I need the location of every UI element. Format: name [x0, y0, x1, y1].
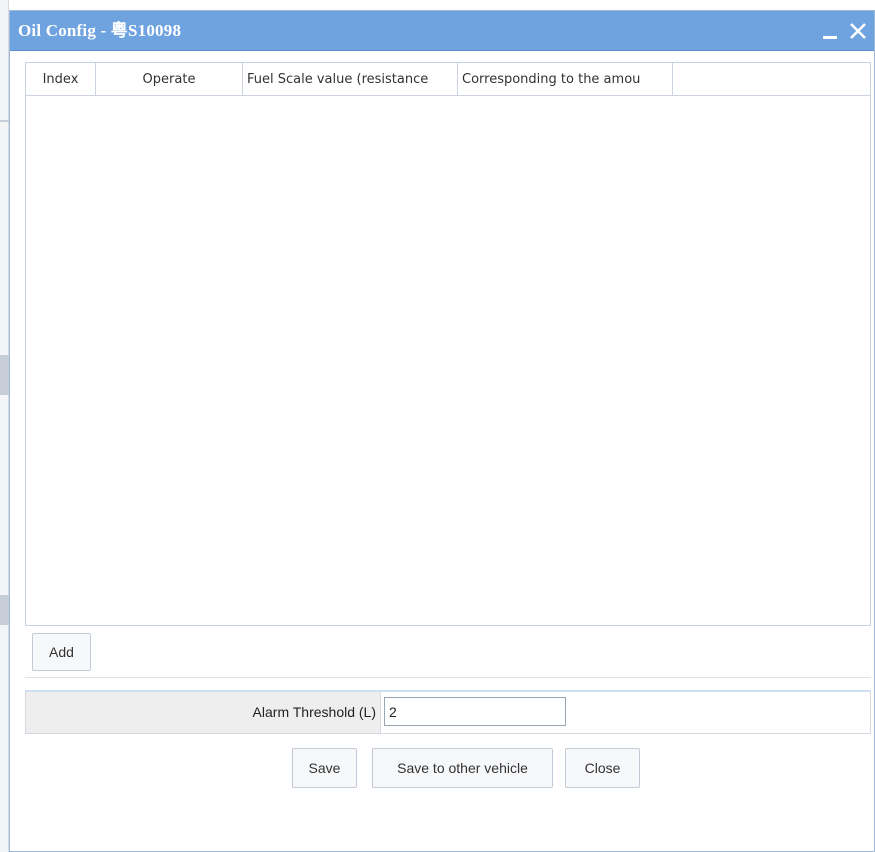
column-header-index[interactable]: Index: [26, 63, 96, 96]
background-window-edge: [0, 0, 9, 852]
minimize-button[interactable]: [818, 11, 842, 51]
add-button[interactable]: Add: [32, 633, 91, 671]
dialog-title: Oil Config - 粤S10098: [18, 21, 182, 40]
column-header-corresponding-amount[interactable]: Corresponding to the amou: [458, 63, 673, 96]
column-header-operate[interactable]: Operate: [96, 63, 243, 96]
save-button[interactable]: Save: [292, 748, 357, 788]
fuel-scale-grid: Index Operate Fuel Scale value (resistan…: [25, 62, 871, 626]
alarm-threshold-row: Alarm Threshold (L): [25, 690, 871, 734]
close-window-button[interactable]: [846, 11, 870, 51]
close-icon: [850, 23, 866, 39]
edge-mark: [0, 595, 9, 625]
alarm-threshold-input[interactable]: [384, 697, 566, 726]
divider: [25, 677, 871, 678]
dialog-titlebar[interactable]: Oil Config - 粤S10098: [10, 11, 874, 51]
close-button[interactable]: Close: [565, 748, 640, 788]
oil-config-dialog: Oil Config - 粤S10098 Index Operate Fuel …: [9, 10, 875, 852]
edge-mark: [0, 355, 9, 395]
grid-header: Index Operate Fuel Scale value (resistan…: [26, 63, 870, 96]
page: Oil Config - 粤S10098 Index Operate Fuel …: [0, 0, 875, 852]
column-header-fuel-scale-value[interactable]: Fuel Scale value (resistance: [243, 63, 458, 96]
save-to-other-vehicle-button[interactable]: Save to other vehicle: [372, 748, 553, 788]
threshold-label-cell: Alarm Threshold (L): [26, 692, 381, 733]
alarm-threshold-label: Alarm Threshold (L): [252, 704, 376, 720]
minimize-icon: [823, 36, 837, 39]
grid-body: [26, 97, 870, 625]
edge-mark: [0, 120, 9, 122]
